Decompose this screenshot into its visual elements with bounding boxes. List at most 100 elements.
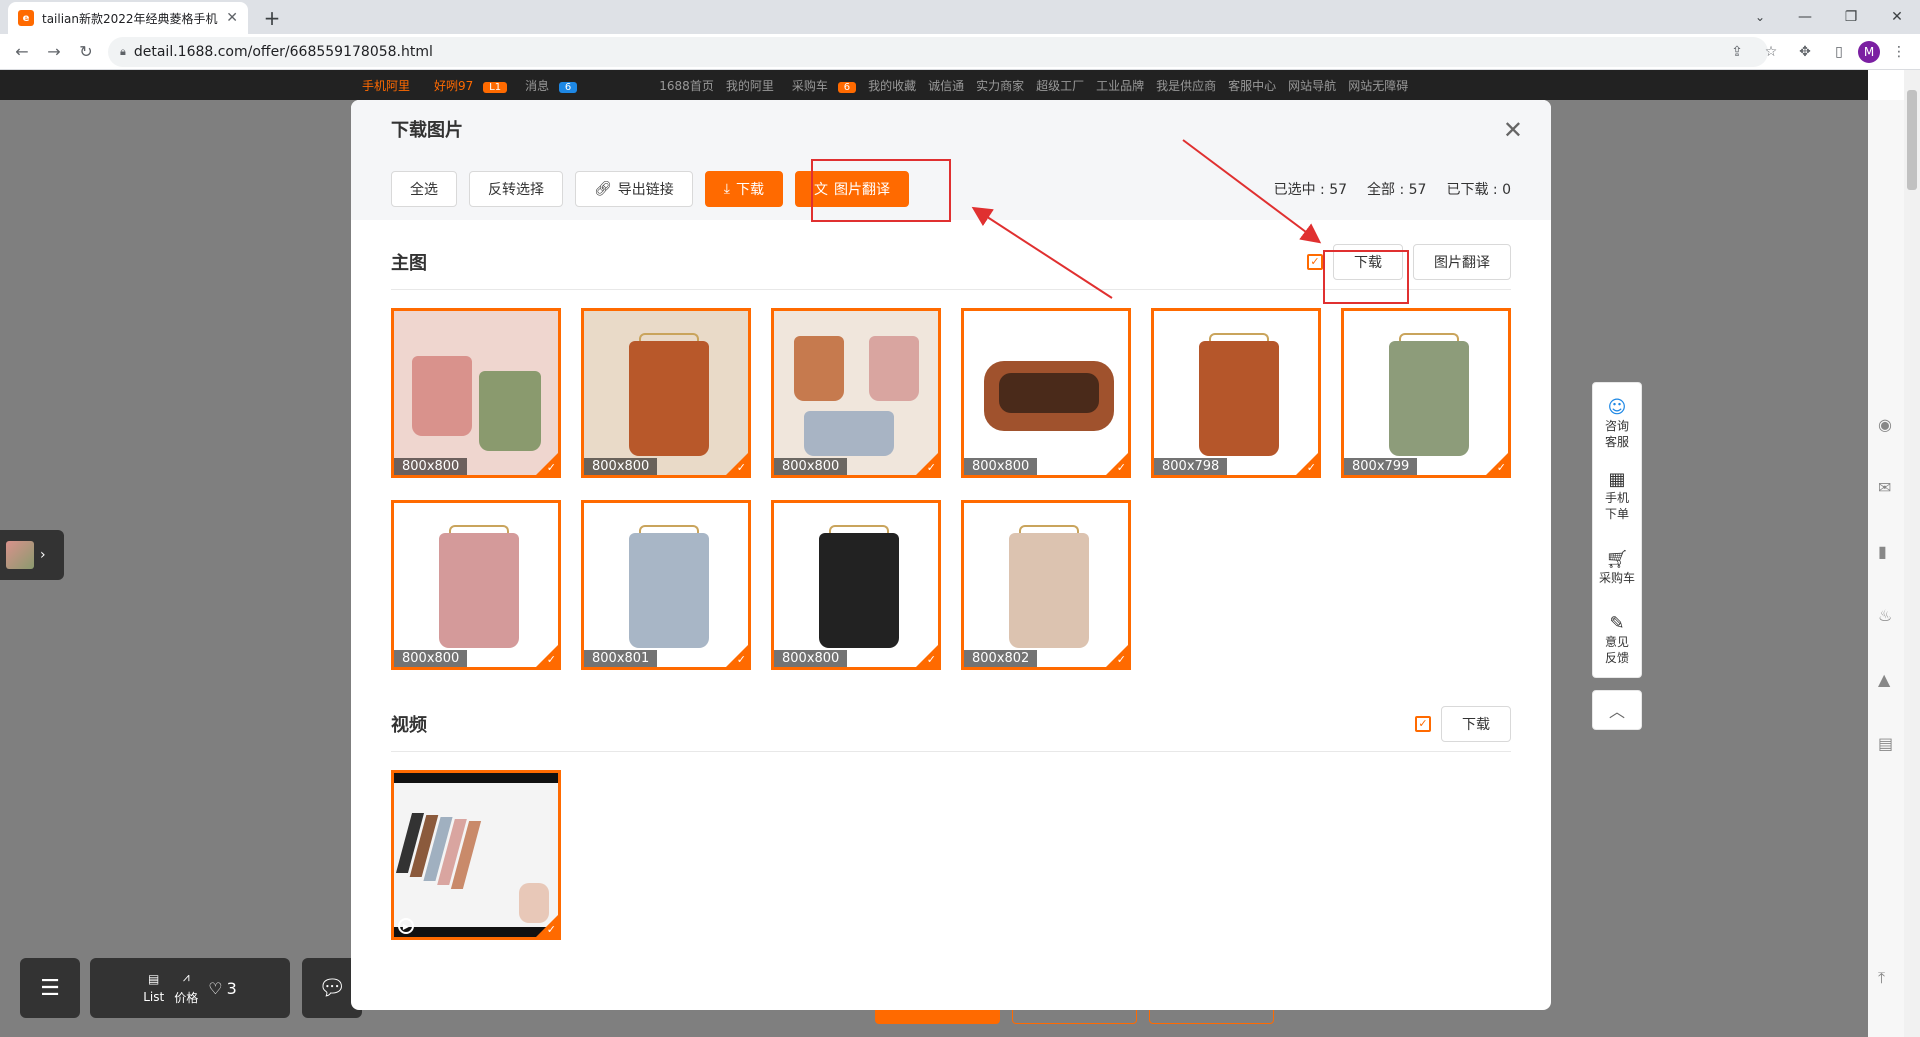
- main-select-checkbox[interactable]: ✓: [1307, 253, 1323, 270]
- site-top-nav: 手机阿里 好咧97 L1 消息 6 1688首页 我的阿里 采购车 6 我的收藏…: [0, 70, 1868, 100]
- feedback-button[interactable]: ✎ 意见反馈: [1593, 605, 1641, 677]
- nav-home[interactable]: 1688首页: [653, 77, 720, 94]
- cart-button-partial[interactable]: [1012, 1008, 1137, 1024]
- download-button[interactable]: ⤓ 下载: [704, 171, 783, 207]
- product-image-thumbnail[interactable]: 800x802 ✓: [961, 500, 1131, 670]
- nav-favorites[interactable]: 我的收藏: [862, 77, 922, 94]
- back-icon[interactable]: ←: [6, 36, 38, 68]
- reload-icon[interactable]: ↻: [70, 36, 102, 68]
- sidepanel-icon[interactable]: ▯: [1824, 37, 1854, 67]
- check-icon: ✓: [1116, 461, 1126, 474]
- heart-icon: ♡: [208, 978, 223, 998]
- video-select-checkbox[interactable]: ✓: [1415, 715, 1431, 732]
- annotation-box-translate: [811, 159, 951, 222]
- menu-button[interactable]: ☰: [20, 958, 80, 1018]
- nav-my-alibaba[interactable]: 我的阿里: [720, 77, 780, 94]
- new-tab-button[interactable]: +: [258, 4, 286, 32]
- bell-icon[interactable]: ▲: [1878, 670, 1890, 689]
- floating-product-thumb[interactable]: ›: [0, 530, 64, 580]
- product-image-thumbnail[interactable]: 800x800 ✓: [391, 308, 561, 478]
- profile-avatar[interactable]: M: [1858, 41, 1880, 63]
- product-image-thumbnail[interactable]: 800x800 ✓: [391, 500, 561, 670]
- likes-button[interactable]: ♡ 3: [208, 979, 237, 998]
- fire-icon[interactable]: ♨: [1878, 606, 1892, 625]
- hamburger-icon: ☰: [40, 975, 60, 1001]
- mobile-alibaba-link[interactable]: 手机阿里: [350, 77, 422, 94]
- nav-cart[interactable]: 采购车 6: [780, 77, 862, 94]
- nav-service-center[interactable]: 客服中心: [1222, 77, 1282, 94]
- info-icon[interactable]: ◉: [1878, 415, 1892, 434]
- browser-tab[interactable]: e tailian新款2022年经典菱格手机包 ✕: [8, 2, 248, 34]
- export-links-button[interactable]: 🔗︎ 导出链接: [575, 171, 693, 207]
- close-window-icon[interactable]: ✕: [1874, 0, 1920, 34]
- mobile-order-button[interactable]: ▦ 手机下单: [1593, 461, 1641, 533]
- lock-icon: 🔒︎: [120, 45, 126, 58]
- nav-power-merchant[interactable]: 实力商家: [970, 77, 1030, 94]
- restore-icon[interactable]: ❐: [1828, 0, 1874, 34]
- nav-accessibility[interactable]: 网站无障碍: [1342, 77, 1414, 94]
- list-button[interactable]: ▤ List: [143, 972, 164, 1004]
- video-thumbnail[interactable]: ▶ ✓: [391, 770, 561, 940]
- edit-icon: ✎: [1609, 613, 1625, 634]
- modal-title: 下载图片: [391, 120, 463, 141]
- video-section: 视频 ✓ 下载 ▶ ✓: [351, 696, 1551, 940]
- product-image-thumbnail[interactable]: 800x799 ✓: [1341, 308, 1511, 478]
- share-icon[interactable]: ⇪: [1722, 37, 1752, 67]
- notes-icon[interactable]: ▤: [1878, 734, 1893, 753]
- product-image-thumbnail[interactable]: 800x800 ✓: [771, 500, 941, 670]
- buy-button-partial[interactable]: [875, 1008, 1000, 1024]
- product-image-thumbnail[interactable]: 800x800 ✓: [771, 308, 941, 478]
- product-image-thumbnail[interactable]: 800x801 ✓: [581, 500, 751, 670]
- user-link[interactable]: 好咧97 L1: [422, 77, 513, 94]
- check-icon: ✓: [1496, 461, 1506, 474]
- other-button-partial[interactable]: [1149, 1008, 1274, 1024]
- image-size-label: 800x801: [584, 650, 658, 667]
- forward-icon[interactable]: →: [38, 36, 70, 68]
- video-grid: ▶ ✓: [391, 752, 1511, 940]
- cart-button[interactable]: 🛒︎ 采购车: [1593, 533, 1641, 605]
- main-images-title: 主图: [391, 252, 427, 274]
- product-image-thumbnail[interactable]: 800x800 ✓: [961, 308, 1131, 478]
- download-icon: ⤓: [723, 181, 730, 197]
- messages-link[interactable]: 消息 6: [513, 77, 583, 94]
- page-scrollbar[interactable]: [1904, 70, 1920, 1037]
- downloaded-count: 已下载 : 0: [1446, 182, 1511, 198]
- nav-super-factory[interactable]: 超级工厂: [1030, 77, 1090, 94]
- bookmark-icon[interactable]: ▮: [1878, 542, 1887, 561]
- close-tab-icon[interactable]: ✕: [226, 10, 238, 26]
- check-icon: ✓: [926, 461, 936, 474]
- to-top-icon[interactable]: ⤒: [1878, 968, 1885, 988]
- tab-search-icon[interactable]: ⌄: [1746, 4, 1774, 30]
- product-image-thumbnail[interactable]: 800x798 ✓: [1151, 308, 1321, 478]
- menu-kebab-icon[interactable]: ⋮: [1884, 37, 1914, 67]
- back-to-top-button[interactable]: ︿: [1592, 690, 1642, 730]
- link-icon: 🔗︎: [594, 181, 612, 197]
- compare-bar: ▤ List ⩘ 价格 ♡ 3: [90, 958, 290, 1018]
- select-all-button[interactable]: 全选: [391, 171, 457, 207]
- extensions-icon[interactable]: ✥: [1790, 37, 1820, 67]
- url-bar[interactable]: 🔒︎ detail.1688.com/offer/668559178058.ht…: [108, 37, 1768, 67]
- consult-service-button[interactable]: ☺ 咨询客服: [1593, 389, 1641, 461]
- video-download-button[interactable]: 下载: [1441, 705, 1511, 742]
- mail-icon[interactable]: ✉: [1878, 478, 1891, 497]
- nav-site-guide[interactable]: 网站导航: [1282, 77, 1342, 94]
- image-size-label: 800x800: [774, 458, 848, 475]
- product-image-thumbnail[interactable]: 800x800 ✓: [581, 308, 751, 478]
- video-title: 视频: [391, 714, 427, 736]
- minimize-icon[interactable]: —: [1782, 0, 1828, 34]
- messages-count-badge: 6: [558, 81, 578, 93]
- image-size-label: 800x798: [1154, 458, 1228, 475]
- site-favicon-icon: e: [18, 10, 34, 26]
- image-size-label: 800x800: [584, 458, 658, 475]
- bookmark-star-icon[interactable]: ☆: [1756, 37, 1786, 67]
- far-right-rail: ◉ ✉ ▮ ♨ ▲ ▤ ⤒: [1868, 100, 1904, 1037]
- nav-chengxintong[interactable]: 诚信通: [922, 77, 970, 94]
- main-translate-button[interactable]: 图片翻译: [1413, 243, 1511, 280]
- invert-selection-button[interactable]: 反转选择: [469, 171, 563, 207]
- image-size-label: 800x800: [394, 458, 468, 475]
- nav-supplier[interactable]: 我是供应商: [1150, 77, 1222, 94]
- close-modal-icon[interactable]: ✕: [1503, 116, 1523, 144]
- tab-title: tailian新款2022年经典菱格手机包: [42, 11, 219, 26]
- nav-industrial-brand[interactable]: 工业品牌: [1090, 77, 1150, 94]
- price-button[interactable]: ⩘ 价格: [174, 970, 198, 1006]
